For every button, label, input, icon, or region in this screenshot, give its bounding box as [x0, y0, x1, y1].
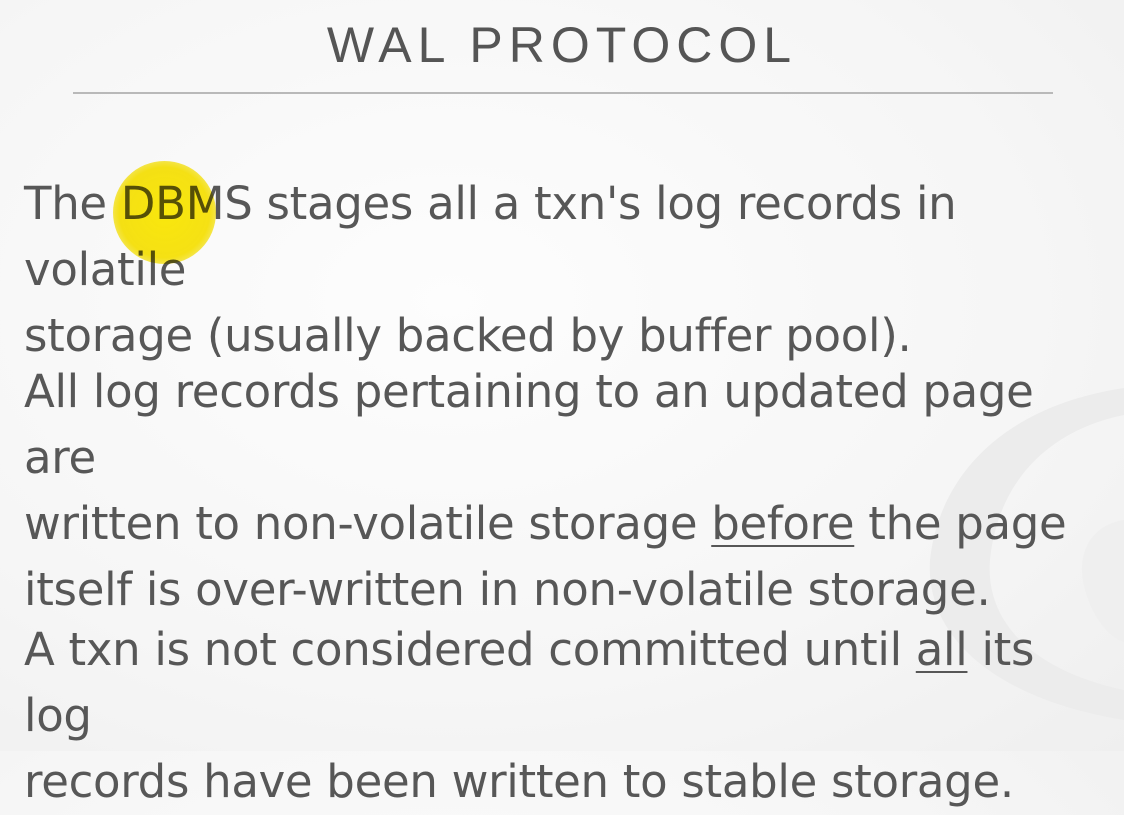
paragraph-3: A txn is not considered committed until …: [24, 617, 1114, 815]
paragraph-1-line-2: storage (usually backed by buffer pool).: [24, 309, 912, 362]
paragraph-2: All log records pertaining to an updated…: [24, 359, 1114, 623]
cursor-highlight: [113, 161, 216, 264]
emphasis-all: all: [915, 623, 968, 676]
slide-title: WAL PROTOCOL: [326, 17, 798, 73]
paragraph-3-line-2: records have been written to stable stor…: [24, 755, 1014, 808]
paragraph-2-line-1: All log records pertaining to an updated…: [24, 365, 1034, 484]
paragraph-2-line-2-start: written to non-volatile storage: [24, 497, 712, 550]
emphasis-before: before: [711, 497, 855, 550]
paragraph-2-line-3: itself is over-written in non-volatile s…: [24, 563, 991, 616]
title-divider: [73, 92, 1053, 94]
paragraph-2-line-2-end: the page: [854, 497, 1067, 550]
paragraph-3-line-1-start: A txn is not considered committed until: [24, 623, 916, 676]
